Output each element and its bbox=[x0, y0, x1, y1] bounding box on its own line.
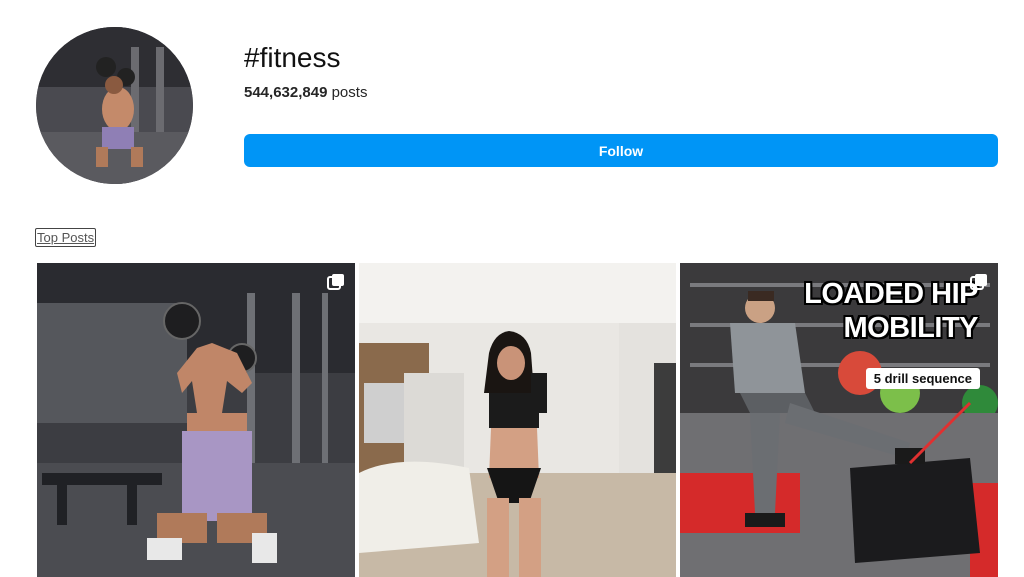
multiple-images-icon bbox=[327, 274, 344, 290]
post-tile-1[interactable] bbox=[37, 263, 355, 577]
top-posts-label[interactable]: Top Posts bbox=[35, 228, 97, 247]
post-overlay-tag: 5 drill sequence bbox=[865, 368, 980, 389]
hashtag-title: #fitness bbox=[244, 42, 341, 73]
multiple-images-icon bbox=[970, 274, 987, 290]
hashtag-avatar bbox=[36, 27, 193, 184]
overlay-title-line-2: MOBILITY bbox=[843, 312, 978, 344]
overlay-title-line-1: LOADED HIP bbox=[804, 278, 978, 310]
post-tile-3[interactable]: LOADED HIP MOBILITY 5 drill sequence bbox=[680, 263, 998, 577]
post-count-number: 544,632,849 bbox=[244, 84, 328, 101]
post-overlay-title: LOADED HIP MOBILITY bbox=[804, 277, 978, 345]
post-count-suffix: posts bbox=[331, 84, 368, 101]
post-tile-2[interactable] bbox=[359, 263, 676, 577]
follow-button[interactable]: Follow bbox=[244, 134, 998, 167]
post-count: 544,632,849 posts bbox=[244, 84, 367, 101]
